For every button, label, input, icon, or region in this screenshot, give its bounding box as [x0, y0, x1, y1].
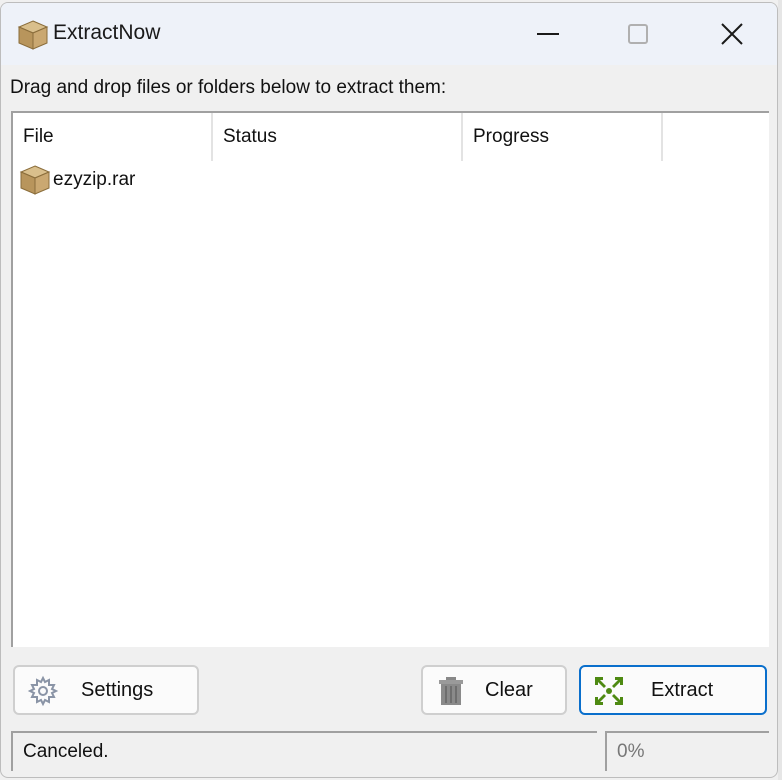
maximize-icon [628, 24, 648, 44]
status-progress: 0% [605, 731, 769, 771]
maximize-button[interactable] [591, 3, 685, 65]
extractnow-window: ExtractNow Drag and drop files or folder… [0, 2, 778, 778]
clear-label: Clear [485, 678, 533, 701]
gear-icon [27, 675, 59, 707]
file-list[interactable]: File Status Progress ezyzip.rar [11, 111, 769, 647]
column-header-status[interactable]: Status [213, 113, 463, 161]
settings-button[interactable]: Settings [13, 665, 199, 715]
window-title: ExtractNow [53, 21, 161, 44]
title-bar[interactable]: ExtractNow [1, 3, 777, 65]
column-header-empty[interactable] [663, 113, 763, 161]
status-message: Canceled. [11, 731, 597, 771]
list-header: File Status Progress [13, 113, 763, 161]
close-button[interactable] [685, 3, 777, 65]
extract-label: Extract [651, 678, 714, 701]
column-header-progress[interactable]: Progress [463, 113, 663, 161]
clear-button[interactable]: Clear [421, 665, 567, 715]
column-header-file[interactable]: File [13, 113, 213, 161]
close-icon [721, 23, 743, 45]
minimize-button[interactable] [501, 3, 595, 65]
instruction-label: Drag and drop files or folders below to … [10, 77, 447, 98]
archive-box-icon [19, 165, 51, 195]
expand-arrows-icon [595, 677, 623, 705]
background-desktop [778, 0, 782, 780]
trash-icon [439, 677, 463, 705]
extract-button[interactable]: Extract [579, 665, 767, 715]
list-item[interactable]: ezyzip.rar [19, 163, 135, 197]
package-box-icon [17, 20, 49, 50]
minimize-icon [537, 33, 559, 35]
settings-label: Settings [81, 678, 154, 701]
file-name: ezyzip.rar [53, 169, 136, 190]
